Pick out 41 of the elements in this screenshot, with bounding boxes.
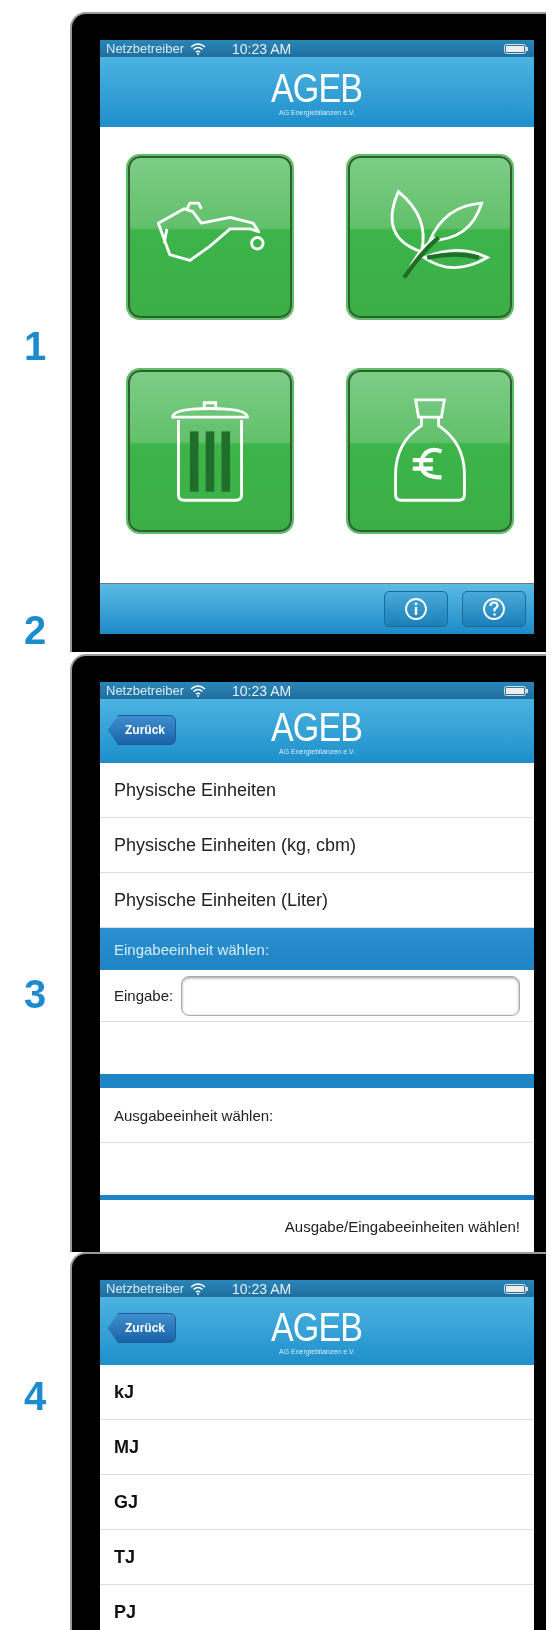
field-label: Eingabe: <box>114 987 174 1004</box>
section-header: Eingabeeinheit wählen: <box>100 928 534 970</box>
step-number: 1 <box>23 324 47 368</box>
back-button[interactable]: Zurück <box>108 715 176 745</box>
back-button[interactable]: Zurück <box>108 1313 176 1343</box>
status-time: 10:23 AM <box>232 1280 292 1297</box>
status-time: 10:23 AM <box>232 40 292 57</box>
list-item[interactable]: kJ <box>100 1365 534 1420</box>
carrier-name: Netzbetreiber <box>106 1281 185 1296</box>
wifi-icon <box>190 684 207 697</box>
battery-icon <box>504 685 528 696</box>
battery-icon <box>504 1283 528 1294</box>
list-item[interactable]: Physische Einheiten <box>100 763 534 818</box>
list-item[interactable]: MJ <box>100 1420 534 1475</box>
list-item[interactable]: PJ <box>100 1585 534 1630</box>
category-tile[interactable] <box>128 370 292 532</box>
app-logo-title: AGEB <box>271 1307 363 1347</box>
carrier-name: Netzbetreiber <box>106 41 185 56</box>
category-tile[interactable] <box>348 156 512 318</box>
app-logo-title: AGEB <box>271 68 363 108</box>
wifi-icon <box>190 1282 207 1295</box>
help-icon <box>482 597 506 621</box>
carrier-name: Netzbetreiber <box>106 683 185 698</box>
hint-text: Ausgabe/Eingabeeinheiten wählen! <box>283 1216 521 1237</box>
app-logo-title: AGEB <box>271 707 363 747</box>
row-label: Ausgabeeinheit wählen: <box>100 1088 534 1143</box>
info-button[interactable] <box>384 591 448 627</box>
list-item[interactable]: GJ <box>100 1475 534 1530</box>
input-field[interactable] <box>181 975 520 1016</box>
wifi-icon <box>190 42 207 55</box>
battery-icon <box>504 43 528 54</box>
list-item[interactable]: TJ <box>100 1530 534 1585</box>
help-button[interactable] <box>462 591 526 627</box>
step-number: 4 <box>23 1374 47 1418</box>
status-time: 10:23 AM <box>232 682 292 699</box>
category-tile[interactable] <box>348 370 512 532</box>
step-number: 3 <box>23 972 47 1016</box>
step-number: 2 <box>23 608 47 652</box>
list-item[interactable]: Physische Einheiten (kg, cbm) <box>100 818 534 873</box>
category-tile[interactable] <box>128 156 292 318</box>
info-icon <box>404 597 428 621</box>
